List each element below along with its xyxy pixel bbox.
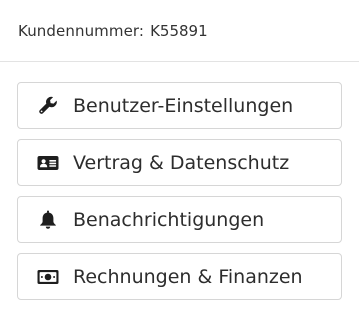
menu-item-label: Benutzer-Einstellungen bbox=[73, 94, 294, 117]
customer-number-label: Kundennummer: bbox=[18, 21, 145, 40]
menu-item-notifications[interactable]: Benachrichtigungen bbox=[17, 196, 342, 243]
customer-number-value: K55891 bbox=[150, 21, 208, 40]
money-bill-icon bbox=[37, 266, 59, 288]
menu-item-label: Benachrichtigungen bbox=[73, 208, 265, 231]
customer-header: Kundennummer: K55891 bbox=[0, 0, 359, 62]
menu-item-user-settings[interactable]: Benutzer-Einstellungen bbox=[17, 82, 342, 129]
menu-item-contract-privacy[interactable]: Vertrag & Datenschutz bbox=[17, 139, 342, 186]
settings-menu: Benutzer-Einstellungen Vertrag & Datensc… bbox=[0, 62, 359, 300]
wrench-icon bbox=[37, 95, 59, 117]
menu-item-label: Vertrag & Datenschutz bbox=[73, 151, 290, 174]
bell-icon bbox=[37, 209, 59, 231]
id-card-icon bbox=[37, 152, 59, 174]
menu-item-invoices-finance[interactable]: Rechnungen & Finanzen bbox=[17, 253, 342, 300]
menu-item-label: Rechnungen & Finanzen bbox=[73, 265, 303, 288]
